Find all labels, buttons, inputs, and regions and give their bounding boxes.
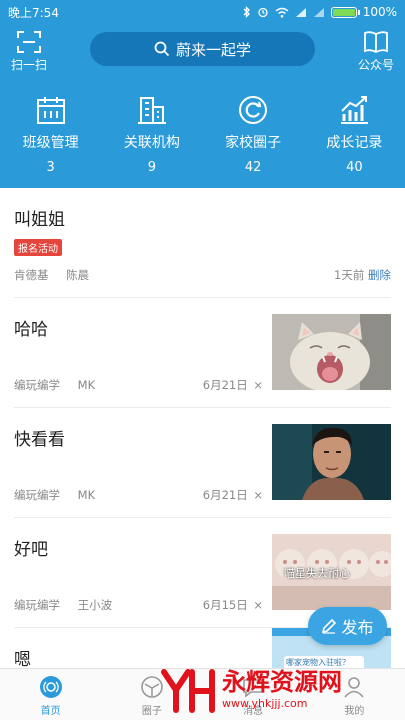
- wifi-icon: [275, 7, 289, 18]
- tab-circle[interactable]: 圈子: [101, 669, 202, 720]
- thumbnail-caption: 哪家宠物入驻啦？: [286, 658, 350, 667]
- author-name: 王小波: [77, 598, 113, 612]
- publish-button[interactable]: 发布: [308, 607, 387, 645]
- signal-icon: [295, 7, 306, 17]
- status-time: 晚上7:54: [8, 5, 59, 20]
- scan-label: 扫一扫: [10, 58, 47, 72]
- feed-item-authors: 肯德基 陈晨: [14, 267, 103, 283]
- status-bar: 晚上7:54 100%: [0, 0, 405, 24]
- close-icon[interactable]: ×: [253, 378, 263, 392]
- book-icon: [364, 31, 388, 54]
- stat-home-school-circle[interactable]: 家校圈子 42: [203, 94, 304, 175]
- author-name: MK: [77, 488, 96, 502]
- tab-label: 消息: [243, 706, 264, 717]
- alarm-icon: [258, 7, 268, 18]
- tab-label: 首页: [40, 706, 61, 717]
- battery-percent: 100%: [362, 5, 397, 19]
- header: 扫一扫 蔚来一起学 公众号 班级管理 3 关联机构 9 家校圈子 42 成长记录…: [0, 24, 405, 188]
- stats-row: 班级管理 3 关联机构 9 家校圈子 42 成长记录 40: [0, 94, 405, 175]
- feed-list: 叫姐姐 报名活动 肯德基 陈晨 1天前 删除 哈哈 编玩编学 MK 6月21日 …: [0, 188, 405, 668]
- tab-messages[interactable]: 消息: [203, 669, 304, 720]
- growth-chart-icon: [341, 96, 369, 124]
- feed-item-time: 6月21日: [202, 378, 248, 392]
- feed-item-thumbnail[interactable]: [272, 424, 391, 500]
- feed-item-right: 6月15日 ×: [203, 597, 263, 613]
- tab-label: 圈子: [141, 706, 162, 717]
- stat-count: 42: [244, 160, 262, 175]
- building-icon: [137, 97, 166, 124]
- scan-button[interactable]: 扫一扫: [4, 28, 54, 73]
- feed-item-title: 快看看: [14, 430, 65, 450]
- signal-2-icon: [313, 7, 324, 17]
- pencil-icon: [322, 618, 337, 634]
- bottom-tab-bar: 首页 圈子 消息 我的: [0, 668, 405, 720]
- circle-refresh-icon: [239, 96, 268, 124]
- stat-class-management[interactable]: 班级管理 3: [0, 94, 101, 175]
- tab-home[interactable]: 首页: [0, 669, 101, 720]
- feed-item-right: 6月21日 ×: [203, 487, 263, 503]
- public-account-button[interactable]: 公众号: [351, 28, 401, 73]
- search-icon: [154, 41, 170, 57]
- publish-label: 发布: [341, 618, 374, 637]
- feed-item-title: 哈哈: [14, 320, 48, 340]
- close-icon[interactable]: ×: [253, 598, 263, 612]
- feed-item-authors: 编玩编学 MK: [14, 377, 109, 393]
- author-name: 陈晨: [66, 268, 90, 282]
- feed-item-authors: 编玩编学 MK: [14, 487, 109, 503]
- author-name: 编玩编学: [14, 598, 60, 612]
- feed-item-right: 6月21日 ×: [203, 377, 263, 393]
- status-icons: 100%: [243, 5, 397, 19]
- yawning-cat-photo: [272, 314, 391, 390]
- stat-label: 班级管理: [22, 135, 79, 151]
- activity-badge: 报名活动: [14, 239, 62, 256]
- feed-item-thumbnail[interactable]: 喵星失去耐心: [272, 534, 391, 610]
- feed-item-title: 好吧: [14, 540, 48, 560]
- author-name: 编玩编学: [14, 378, 60, 392]
- feed-item-title: 叫姐姐: [14, 210, 65, 230]
- tab-profile[interactable]: 我的: [304, 669, 405, 720]
- stat-linked-institutions[interactable]: 关联机构 9: [101, 94, 202, 175]
- search-text: 蔚来一起学: [175, 40, 251, 59]
- stat-count: 3: [46, 160, 55, 175]
- feed-item-time: 6月15日: [202, 598, 248, 612]
- feed-item-right: 1天前 删除: [334, 267, 391, 283]
- tab-label: 我的: [344, 706, 365, 717]
- stat-count: 40: [346, 160, 363, 175]
- message-icon: [243, 679, 263, 698]
- feed-item-authors: 编玩编学 王小波: [14, 597, 126, 613]
- scan-icon: [17, 31, 41, 53]
- battery-icon: [330, 6, 360, 18]
- author-name: MK: [77, 378, 96, 392]
- feed-item[interactable]: 叫姐姐 报名活动 肯德基 陈晨 1天前 删除: [14, 188, 391, 298]
- close-icon[interactable]: ×: [253, 488, 263, 502]
- feed-item[interactable]: 快看看 编玩编学 MK 6月21日 ×: [14, 408, 391, 518]
- bluetooth-icon: [243, 6, 250, 18]
- author-name: 肯德基: [14, 268, 49, 282]
- home-icon: [39, 676, 62, 698]
- circle-icon: [141, 676, 163, 698]
- stat-growth-record[interactable]: 成长记录 40: [304, 94, 405, 175]
- stat-label: 成长记录: [326, 135, 383, 151]
- stat-count: 9: [147, 160, 157, 175]
- stat-label: 家校圈子: [225, 135, 282, 151]
- stat-label: 关联机构: [123, 135, 180, 151]
- feed-item[interactable]: 哈哈 编玩编学 MK 6月21日 ×: [14, 298, 391, 408]
- calendar-icon: [36, 97, 65, 124]
- author-name: 编玩编学: [14, 488, 60, 502]
- feed-item-time: 6月21日: [202, 488, 248, 502]
- profile-icon: [344, 677, 364, 698]
- search-bar[interactable]: 蔚来一起学: [90, 32, 315, 66]
- feed-item-time: 1天前: [334, 268, 365, 282]
- feed-item-title: 嗯: [14, 650, 31, 668]
- public-account-label: 公众号: [357, 58, 394, 72]
- delete-link[interactable]: 删除: [368, 268, 391, 282]
- feed-item-thumbnail[interactable]: [272, 314, 391, 390]
- man-portrait-photo: [272, 424, 391, 500]
- thumbnail-caption: 喵星失去耐心: [284, 567, 350, 580]
